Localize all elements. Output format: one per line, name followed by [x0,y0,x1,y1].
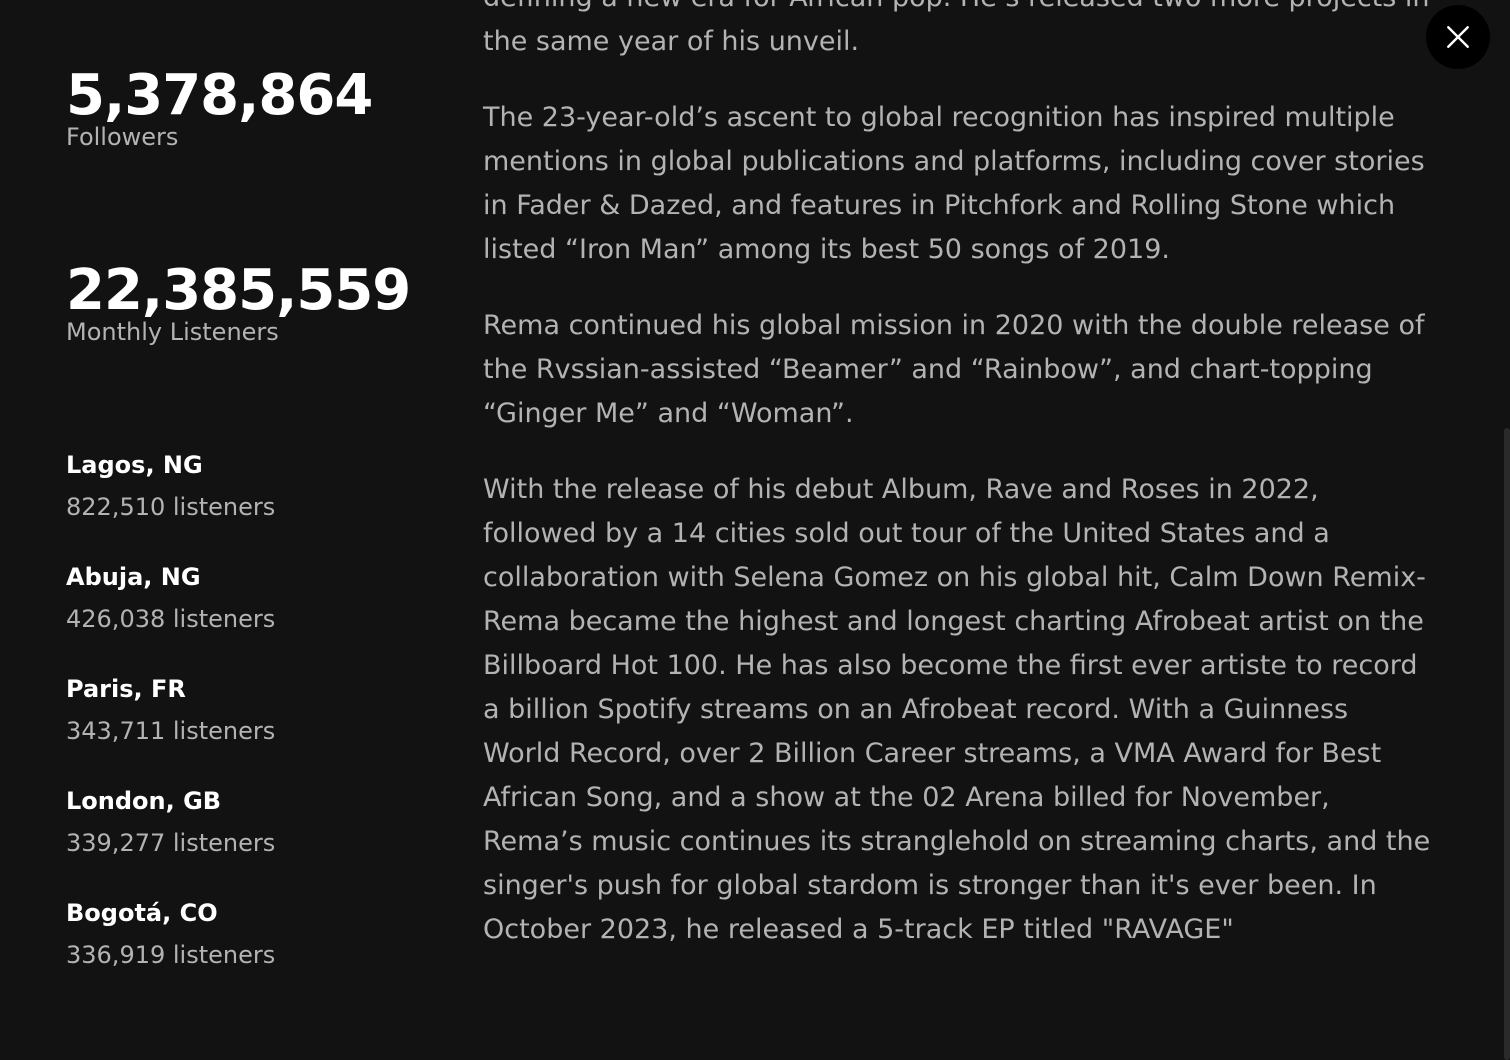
bio-paragraph: Rema continued his global mission in 202… [483,310,1425,429]
city-item: London, GB 339,277 listeners [66,786,275,858]
city-name: Paris, FR [66,675,186,703]
city-item: Abuja, NG 426,038 listeners [66,562,275,634]
bio-paragraph: With the release of his debut Album, Rav… [483,474,1431,945]
city-listeners: 426,038 listeners [66,605,276,633]
bio-paragraph: defining a new era for African pop. He’s… [483,0,1430,57]
followers-count: 5,378,864 [66,63,373,128]
city-item: Lagos, NG 822,510 listeners [66,450,275,522]
city-listeners: 343,711 listeners [66,717,276,745]
monthly-listeners-count: 22,385,559 [66,258,411,323]
close-icon [1447,26,1469,48]
city-name: London, GB [66,787,222,815]
followers-stat: 5,378,864 Followers [66,63,373,152]
monthly-listeners-stat: 22,385,559 Monthly Listeners [66,258,411,347]
city-listeners: 339,277 listeners [66,829,276,857]
bio-paragraph: The 23-year-old’s ascent to global recog… [483,102,1425,265]
city-item: Paris, FR 343,711 listeners [66,674,275,746]
city-name: Bogotá, CO [66,899,218,927]
artist-biography: defining a new era for African pop. He’s… [483,0,1433,984]
scrollbar[interactable] [1504,428,1510,1060]
city-listeners: 336,919 listeners [66,941,276,969]
city-name: Abuja, NG [66,563,201,591]
city-name: Lagos, NG [66,451,203,479]
city-item: Bogotá, CO 336,919 listeners [66,898,275,970]
close-button[interactable] [1426,5,1490,69]
city-listeners: 822,510 listeners [66,493,276,521]
